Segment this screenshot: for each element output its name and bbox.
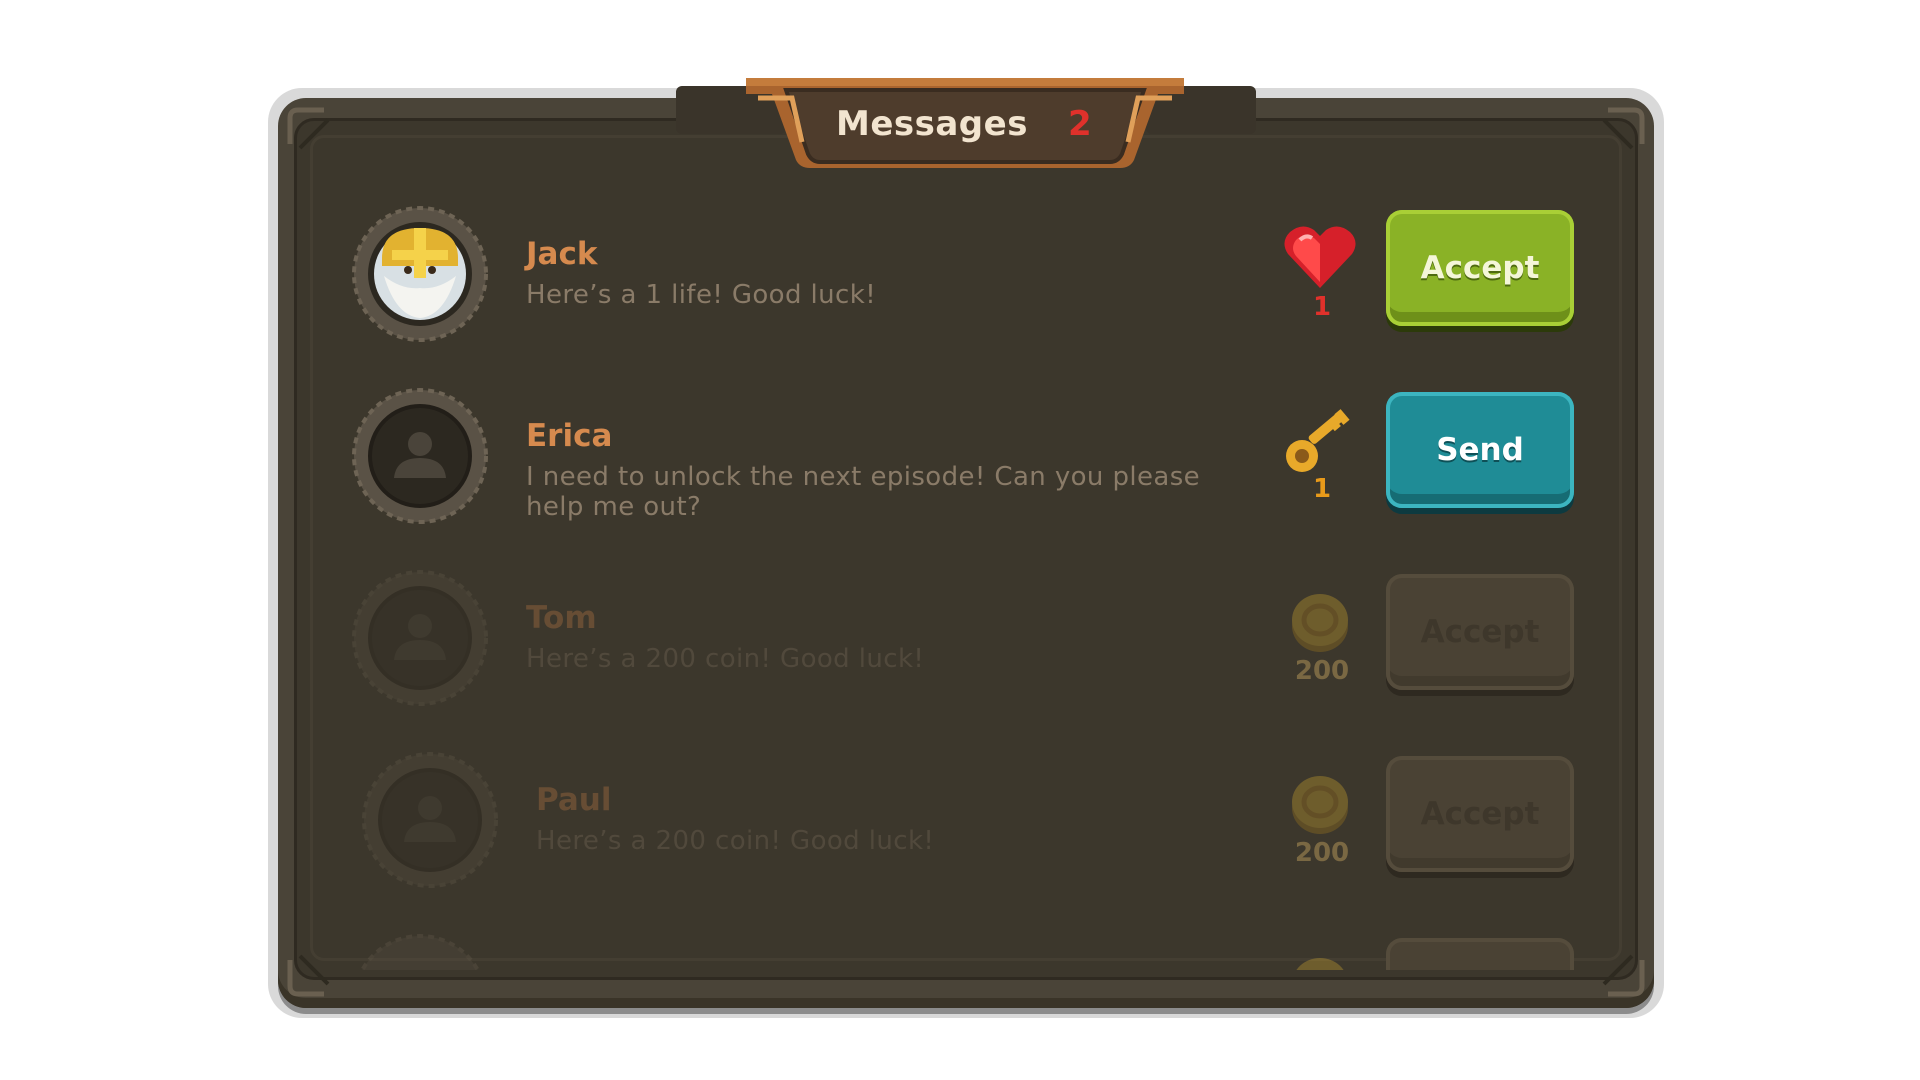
header-title: Messages — [836, 104, 1028, 144]
message-row: Jack Here’s a 1 life! Good luck! 1 Accep… — [312, 180, 1620, 342]
accept-button-disabled: Accept — [1386, 574, 1574, 690]
message-text: Here’s a 200 coin! Good luck! — [536, 826, 935, 856]
sender-name: Tom — [526, 600, 597, 636]
reward-count: 1 — [1312, 292, 1332, 322]
reward-count: 200 — [1294, 656, 1350, 686]
accept-button[interactable]: Accept — [1386, 210, 1574, 326]
message-row: Paul Here’s a 200 coin! Good luck! 200 A… — [312, 726, 1620, 888]
message-row: Tom Here’s a 200 coin! Good luck! 200 Ac… — [312, 544, 1620, 706]
coin-icon — [1292, 776, 1348, 834]
sender-name: Paul — [536, 782, 612, 818]
corner-ornament-icon — [1602, 107, 1645, 150]
unread-count-badge: 2 — [1068, 104, 1092, 144]
message-list[interactable]: Jack Here’s a 1 life! Good luck! 1 Accep… — [312, 180, 1620, 970]
sender-name: Erica — [526, 418, 613, 454]
message-text: I need to unlock the next episode! Can y… — [526, 462, 1201, 522]
sender-name: Jack — [526, 236, 598, 272]
key-icon — [1286, 409, 1350, 472]
message-row-partial — [312, 908, 1620, 970]
default-user-avatar — [352, 570, 488, 706]
accept-button-disabled: Accept — [1386, 756, 1574, 872]
message-text: Here’s a 1 life! Good luck! — [526, 280, 877, 310]
default-user-avatar — [352, 388, 488, 524]
coin-icon — [1292, 594, 1348, 652]
knight-avatar — [352, 206, 488, 342]
message-text: Here’s a 200 coin! Good luck! — [526, 644, 925, 674]
corner-ornament-icon — [287, 107, 330, 150]
reward-count: 1 — [1312, 474, 1332, 504]
heart-icon — [1284, 226, 1356, 288]
reward-count: 200 — [1294, 838, 1350, 868]
default-user-avatar — [360, 934, 480, 970]
coin-icon — [1296, 958, 1344, 970]
send-button[interactable]: Send — [1386, 392, 1574, 508]
accept-button-disabled — [1386, 938, 1574, 970]
message-row: Erica I need to unlock the next episode!… — [312, 362, 1620, 524]
default-user-avatar — [362, 752, 498, 888]
